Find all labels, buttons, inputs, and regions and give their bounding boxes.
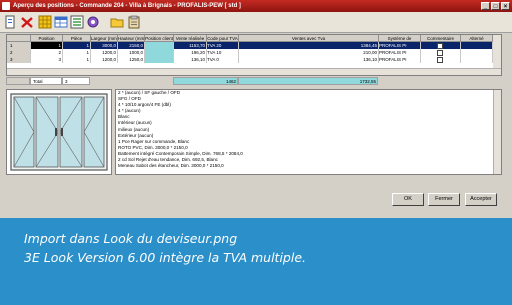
delete-icon[interactable] xyxy=(20,15,34,29)
cell-position-client[interactable] xyxy=(145,56,174,63)
cell-position[interactable]: 1 xyxy=(31,42,63,49)
col-header-piece[interactable]: Pièce xyxy=(63,35,91,42)
col-header-systeme[interactable]: Système de xyxy=(379,35,421,42)
application-window: Aperçu des positions - Commande 204 - Vi… xyxy=(0,0,512,218)
total-label: Total xyxy=(30,77,62,85)
cell-code-tva[interactable]: TVA 10 xyxy=(207,49,239,56)
app-icon xyxy=(2,2,10,10)
col-header-hauteur[interactable]: Hauteur (mm) xyxy=(118,35,145,42)
row-number[interactable]: 1 xyxy=(7,42,31,49)
accept-button[interactable]: Accepter xyxy=(465,193,497,206)
cell-systeme[interactable]: PROFALIS PI xyxy=(379,49,421,56)
col-header-ventes-tva[interactable]: Ventes avec Tva xyxy=(239,35,379,42)
cell-alterne[interactable] xyxy=(461,42,493,49)
title-bar: Aperçu des positions - Commande 204 - Vi… xyxy=(0,0,512,12)
cell-ventes-tva[interactable]: 1384,45 xyxy=(239,42,379,49)
grid-header-row: Position Pièce Largeur (mm) Hauteur (mm)… xyxy=(7,35,493,42)
col-header-position[interactable]: Position xyxy=(31,35,63,42)
table-view-icon[interactable] xyxy=(54,15,68,29)
commentaire-checkbox[interactable] xyxy=(437,42,443,49)
cell-systeme[interactable]: PROFALIS PI xyxy=(379,42,421,49)
new-document-icon[interactable] xyxy=(3,15,17,29)
minimize-button[interactable]: _ xyxy=(481,2,490,10)
row-number[interactable]: 2 xyxy=(7,49,31,56)
window-title: Aperçu des positions - Commande 204 - Vi… xyxy=(13,3,241,9)
cell-vente-realisee[interactable]: 1153,70 xyxy=(174,42,207,49)
window-preview xyxy=(6,89,112,175)
cell-largeur[interactable]: 1200,0 xyxy=(91,56,118,63)
table-row[interactable]: 2 2 1 1200,0 1000,0 196,20 TVA 10 210,00… xyxy=(7,49,493,56)
col-header-position-client[interactable]: Position client xyxy=(145,35,174,42)
grid-vertical-scrollbar[interactable] xyxy=(493,35,501,69)
cell-piece[interactable]: 1 xyxy=(63,42,91,49)
cell-commentaire[interactable] xyxy=(421,49,461,56)
cell-piece[interactable]: 1 xyxy=(63,49,91,56)
total-count: 3 xyxy=(62,77,90,85)
cell-vente-realisee[interactable]: 196,20 xyxy=(174,49,207,56)
cell-hauteur[interactable]: 1250,0 xyxy=(118,56,145,63)
cell-position[interactable]: 3 xyxy=(31,56,63,63)
cell-ventes-tva[interactable]: 136,10 xyxy=(239,56,379,63)
cell-commentaire[interactable] xyxy=(421,56,461,63)
total-with-tax: 1732,55 xyxy=(238,77,378,85)
row-number[interactable]: 3 xyxy=(7,56,31,63)
ok-button[interactable]: OK xyxy=(392,193,424,206)
caption-line-2: 3E Look Version 6.00 intègre la TVA mult… xyxy=(24,250,306,265)
table-row[interactable]: 3 3 1 1200,0 1250,0 136,10 TVA 0 136,10 … xyxy=(7,56,493,63)
cell-systeme[interactable]: PROFALIS PI xyxy=(379,56,421,63)
folder-icon[interactable] xyxy=(110,15,124,29)
cell-largeur[interactable]: 1200,0 xyxy=(91,49,118,56)
positions-grid[interactable]: Position Pièce Largeur (mm) Hauteur (mm)… xyxy=(6,34,502,76)
cell-hauteur[interactable]: 1000,0 xyxy=(118,49,145,56)
row-header-corner xyxy=(7,35,31,42)
col-header-alterne[interactable]: Alterné xyxy=(461,35,493,42)
col-header-commentaire[interactable]: Commentaire xyxy=(421,35,461,42)
grid-horizontal-scrollbar[interactable] xyxy=(7,68,501,75)
cell-code-tva[interactable]: TVA 0 xyxy=(207,56,239,63)
window-drawing xyxy=(10,93,108,171)
cell-largeur[interactable]: 3000,0 xyxy=(91,42,118,49)
col-header-vente-realisee[interactable]: Vente réalisée xyxy=(174,35,207,42)
cell-code-tva[interactable]: TVA 20 xyxy=(207,42,239,49)
cell-vente-realisee[interactable]: 136,10 xyxy=(174,56,207,63)
totals-row-header xyxy=(6,77,30,85)
cell-piece[interactable]: 1 xyxy=(63,56,91,63)
total-sale: 1462 xyxy=(173,77,238,85)
maximize-button[interactable]: □ xyxy=(491,2,500,10)
caption-line-1: Import dans Look du deviseur.png xyxy=(24,231,238,246)
commentaire-checkbox[interactable] xyxy=(437,56,443,63)
description-line: Meneau Sabot des étancheur, Dim. 3000,0 … xyxy=(118,163,224,169)
cell-position-client[interactable] xyxy=(145,49,174,56)
cell-position-client[interactable] xyxy=(145,42,174,49)
totals-row: Total 3 1462 1732,55 xyxy=(6,77,502,85)
toolbar xyxy=(0,12,512,33)
description-scrollbar[interactable] xyxy=(493,90,501,174)
col-header-code-tva[interactable]: Code pour TVA xyxy=(207,35,239,42)
commentaire-checkbox[interactable] xyxy=(437,49,443,56)
cell-ventes-tva[interactable]: 210,00 xyxy=(239,49,379,56)
table-row[interactable]: 1 1 1 3000,0 2150,0 1153,70 TVA 20 1384,… xyxy=(7,42,493,49)
caption: Import dans Look du deviseur.png 3E Look… xyxy=(24,229,504,267)
cell-commentaire[interactable] xyxy=(421,42,461,49)
position-description[interactable]: 2 * (aucun) / SF gauche / OFD SFG / OFD … xyxy=(115,89,502,175)
cell-alterne[interactable] xyxy=(461,56,493,63)
close-button[interactable]: × xyxy=(501,2,510,10)
cell-position[interactable]: 2 xyxy=(31,49,63,56)
options-icon[interactable] xyxy=(86,15,100,29)
cell-alterne[interactable] xyxy=(461,49,493,56)
close-dialog-button[interactable]: Fermer xyxy=(428,193,460,206)
grid-view-icon[interactable] xyxy=(38,15,52,29)
cell-hauteur[interactable]: 2150,0 xyxy=(118,42,145,49)
col-header-largeur[interactable]: Largeur (mm) xyxy=(91,35,118,42)
list-view-icon[interactable] xyxy=(70,15,84,29)
clipboard-icon[interactable] xyxy=(127,15,141,29)
